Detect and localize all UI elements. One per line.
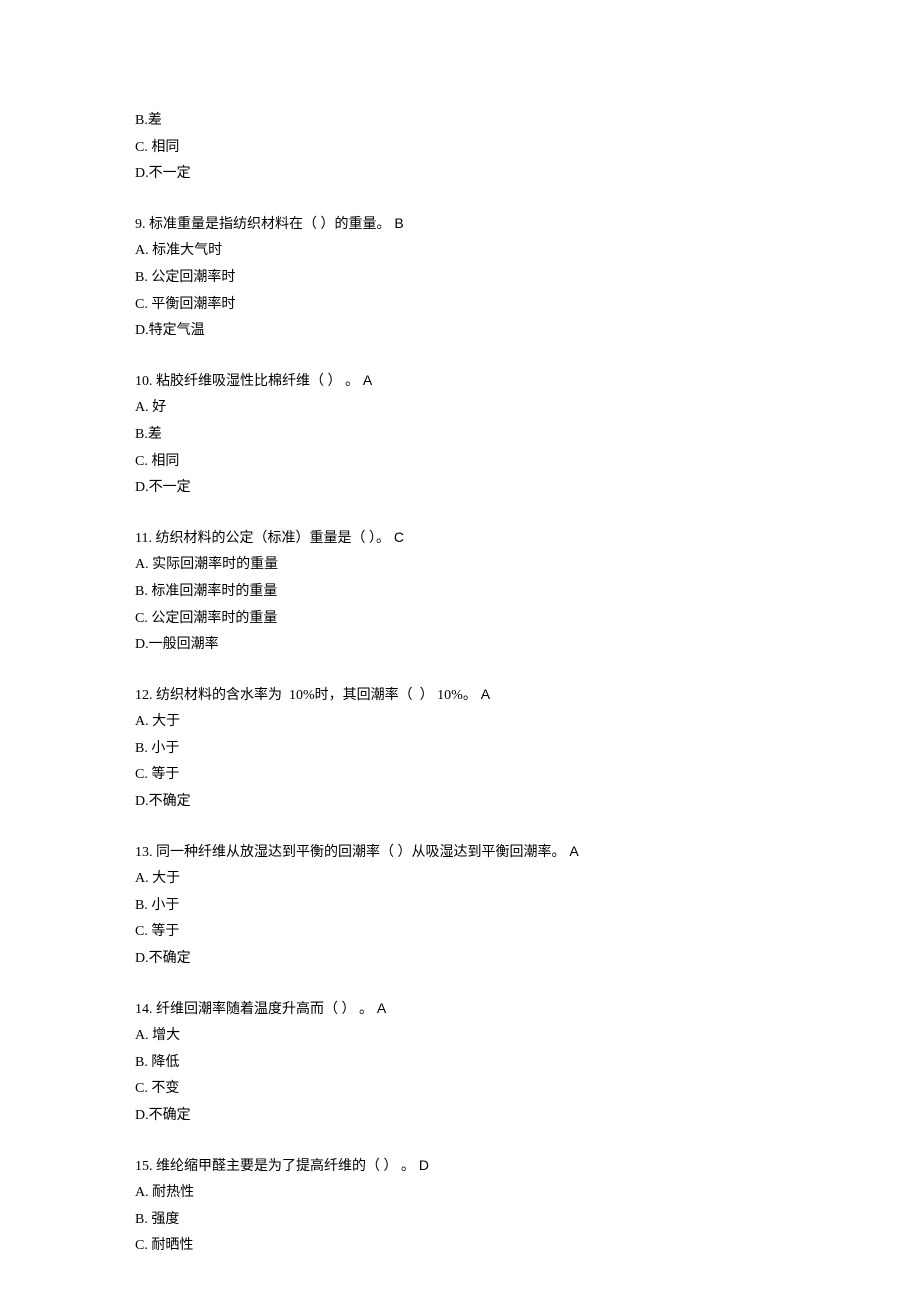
option-d: D.不确定: [135, 789, 920, 816]
answer-letter: A: [359, 372, 372, 388]
option-c: C. 相同: [135, 135, 920, 162]
option-b: B. 小于: [135, 893, 920, 920]
question-12: 12. 纺织材料的含水率为 10%时，其回潮率（ ） 10%。 A A. 大于 …: [135, 681, 920, 816]
answer-letter: B: [391, 215, 404, 231]
question-10: 10. 粘胶纤维吸湿性比棉纤维（ ） 。 A A. 好 B.差 C. 相同 D.…: [135, 367, 920, 502]
option-d: D.一般回潮率: [135, 632, 920, 659]
option-b: B. 公定回潮率时: [135, 265, 920, 292]
question-stem: 11. 纺织材料的公定（标准）重量是（ ）。 C: [135, 524, 920, 553]
option-a: A. 大于: [135, 709, 920, 736]
answer-letter: A: [566, 843, 579, 859]
option-d: D.不确定: [135, 1103, 920, 1130]
option-a: A. 好: [135, 395, 920, 422]
option-a: A. 耐热性: [135, 1180, 920, 1207]
stem-text: 13. 同一种纤维从放湿达到平衡的回潮率（ ）从吸湿达到平衡回潮率。: [135, 845, 566, 860]
option-c: C. 平衡回潮率时: [135, 292, 920, 319]
question-stem: 14. 纤维回潮率随着温度升高而（ ） 。 A: [135, 995, 920, 1024]
question-14: 14. 纤维回潮率随着温度升高而（ ） 。 A A. 增大 B. 降低 C. 不…: [135, 995, 920, 1130]
question-11: 11. 纺织材料的公定（标准）重量是（ ）。 C A. 实际回潮率时的重量 B.…: [135, 524, 920, 659]
question-8-partial: B.差 C. 相同 D.不一定: [135, 108, 920, 188]
question-15: 15. 维纶缩甲醛主要是为了提高纤维的（ ） 。 D A. 耐热性 B. 强度 …: [135, 1152, 920, 1260]
option-b: B. 标准回潮率时的重量: [135, 579, 920, 606]
option-b: B.差: [135, 108, 920, 135]
question-stem: 9. 标准重量是指纺织材料在（ ）的重量。 B: [135, 210, 920, 239]
option-a: A. 实际回潮率时的重量: [135, 552, 920, 579]
option-c: C. 相同: [135, 449, 920, 476]
stem-text: 11. 纺织材料的公定（标准）重量是（ ）。: [135, 531, 390, 546]
answer-letter: C: [390, 529, 404, 545]
option-c: C. 等于: [135, 762, 920, 789]
stem-text: 15. 维纶缩甲醛主要是为了提高纤维的（ ） 。: [135, 1159, 415, 1174]
question-stem: 13. 同一种纤维从放湿达到平衡的回潮率（ ）从吸湿达到平衡回潮率。 A: [135, 838, 920, 867]
option-d: D.不确定: [135, 946, 920, 973]
stem-text: 9. 标准重量是指纺织材料在（ ）的重量。: [135, 217, 391, 232]
question-stem: 15. 维纶缩甲醛主要是为了提高纤维的（ ） 。 D: [135, 1152, 920, 1181]
answer-letter: A: [477, 686, 490, 702]
option-b: B. 降低: [135, 1050, 920, 1077]
question-stem: 12. 纺织材料的含水率为 10%时，其回潮率（ ） 10%。 A: [135, 681, 920, 710]
option-a: A. 大于: [135, 866, 920, 893]
option-c: C. 公定回潮率时的重量: [135, 606, 920, 633]
question-13: 13. 同一种纤维从放湿达到平衡的回潮率（ ）从吸湿达到平衡回潮率。 A A. …: [135, 838, 920, 973]
option-d: D.不一定: [135, 475, 920, 502]
option-d: D.不一定: [135, 161, 920, 188]
option-a: A. 增大: [135, 1023, 920, 1050]
answer-letter: A: [373, 1000, 386, 1016]
stem-text: 12. 纺织材料的含水率为 10%时，其回潮率（ ） 10%。: [135, 688, 477, 703]
option-b: B. 小于: [135, 736, 920, 763]
question-stem: 10. 粘胶纤维吸湿性比棉纤维（ ） 。 A: [135, 367, 920, 396]
answer-letter: D: [415, 1157, 429, 1173]
option-d: D.特定气温: [135, 318, 920, 345]
option-c: C. 不变: [135, 1076, 920, 1103]
option-c: C. 耐晒性: [135, 1233, 920, 1260]
option-c: C. 等于: [135, 919, 920, 946]
option-b: B. 强度: [135, 1207, 920, 1234]
stem-text: 10. 粘胶纤维吸湿性比棉纤维（ ） 。: [135, 374, 359, 389]
option-a: A. 标准大气时: [135, 238, 920, 265]
question-9: 9. 标准重量是指纺织材料在（ ）的重量。 B A. 标准大气时 B. 公定回潮…: [135, 210, 920, 345]
stem-text: 14. 纤维回潮率随着温度升高而（ ） 。: [135, 1002, 373, 1017]
option-b: B.差: [135, 422, 920, 449]
